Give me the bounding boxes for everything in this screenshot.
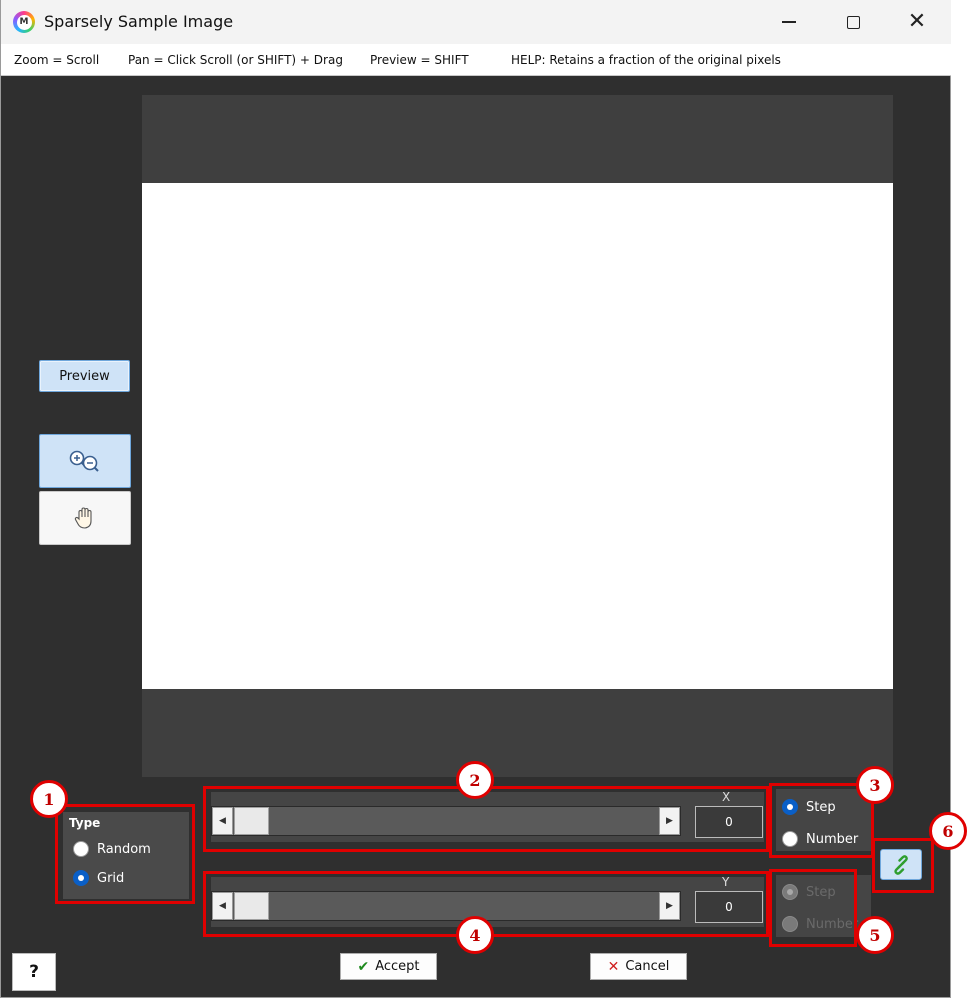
annotation-frame-5 bbox=[769, 869, 857, 947]
callout-5: 5 bbox=[856, 916, 894, 954]
window-title: Sparsely Sample Image bbox=[44, 12, 234, 31]
app-logo-icon: M bbox=[13, 11, 35, 33]
zoom-tool-button[interactable] bbox=[39, 434, 131, 488]
close-button[interactable]: ✕ bbox=[895, 6, 939, 38]
hint-help: HELP: Retains a fraction of the original… bbox=[511, 53, 781, 67]
cancel-button[interactable]: ✕ Cancel bbox=[590, 953, 687, 980]
annotation-frame-1 bbox=[55, 804, 195, 904]
callout-6: 6 bbox=[929, 812, 967, 850]
maximize-button[interactable] bbox=[831, 6, 875, 38]
annotation-frame-2 bbox=[203, 786, 769, 852]
help-bar: Zoom = Scroll Pan = Click Scroll (or SHI… bbox=[1, 44, 951, 76]
minimize-icon bbox=[782, 21, 796, 23]
title-bar: M Sparsely Sample Image ✕ bbox=[1, 0, 951, 44]
pan-tool-button[interactable] bbox=[39, 491, 131, 545]
hand-pan-icon bbox=[74, 507, 92, 529]
help-button[interactable]: ? bbox=[12, 953, 56, 991]
accept-label: Accept bbox=[375, 959, 420, 974]
hint-pan: Pan = Click Scroll (or SHIFT) + Drag bbox=[128, 53, 343, 67]
hint-zoom: Zoom = Scroll bbox=[14, 53, 100, 67]
accept-button[interactable]: ✔ Accept bbox=[340, 953, 437, 980]
image-canvas[interactable] bbox=[142, 95, 893, 777]
close-icon: ✕ bbox=[907, 9, 927, 34]
callout-4: 4 bbox=[456, 916, 494, 954]
preview-button[interactable]: Preview bbox=[39, 360, 130, 392]
callout-1: 1 bbox=[30, 780, 68, 818]
cancel-x-icon: ✕ bbox=[607, 958, 620, 975]
callout-2: 2 bbox=[456, 761, 494, 799]
callout-3: 3 bbox=[856, 766, 894, 804]
checkmark-icon: ✔ bbox=[357, 958, 370, 975]
minimize-button[interactable] bbox=[767, 6, 811, 38]
hint-preview: Preview = SHIFT bbox=[370, 53, 469, 67]
image-preview bbox=[142, 183, 893, 689]
cancel-label: Cancel bbox=[625, 959, 670, 974]
maximize-icon bbox=[846, 15, 860, 29]
zoom-in-out-icon bbox=[69, 450, 99, 472]
annotation-frame-6 bbox=[872, 838, 934, 893]
